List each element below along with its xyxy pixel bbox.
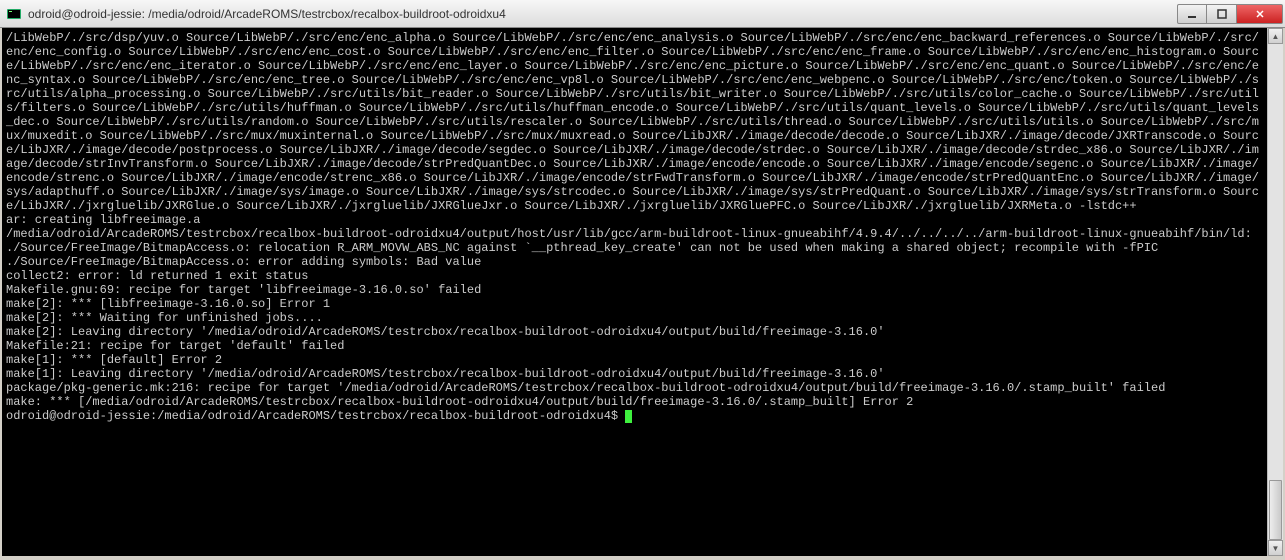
- cursor: [625, 410, 632, 423]
- maximize-button[interactable]: [1207, 4, 1237, 24]
- scroll-track[interactable]: [1268, 44, 1283, 540]
- terminal-output[interactable]: /LibWebP/./src/dsp/yuv.o Source/LibWebP/…: [2, 28, 1267, 556]
- scroll-down-button[interactable]: ▼: [1268, 540, 1283, 556]
- putty-icon: [6, 6, 22, 22]
- scrollbar[interactable]: ▲ ▼: [1267, 28, 1283, 556]
- minimize-button[interactable]: [1177, 4, 1207, 24]
- window-controls: [1177, 4, 1283, 24]
- scroll-thumb[interactable]: [1269, 480, 1282, 540]
- window-title: odroid@odroid-jessie: /media/odroid/Arca…: [28, 7, 1177, 21]
- scroll-up-button[interactable]: ▲: [1268, 28, 1283, 44]
- close-button[interactable]: [1237, 4, 1283, 24]
- title-bar: odroid@odroid-jessie: /media/odroid/Arca…: [0, 0, 1285, 28]
